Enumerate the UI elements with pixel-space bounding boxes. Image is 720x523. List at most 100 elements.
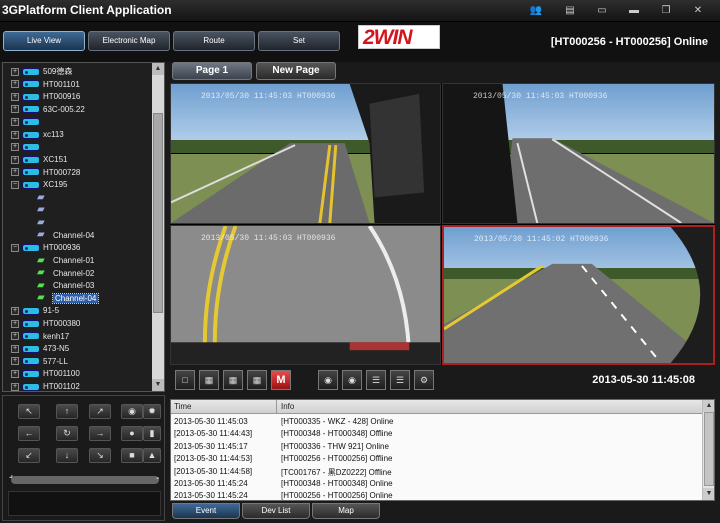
ptz-right-icon[interactable]: → [89, 426, 111, 441]
layout-4-icon[interactable]: ▦ [199, 370, 219, 390]
ptz-light-icon[interactable]: ● [121, 426, 143, 441]
ptz-speed-slider[interactable] [11, 476, 159, 484]
tree-vehicle-item[interactable]: + [11, 115, 43, 128]
video-channel-4[interactable]: 2013/05/30 11:45:02 HT000936 [442, 225, 715, 365]
tree-channel-item[interactable]: ▰ Channel-02 [37, 267, 94, 280]
video-channel-2[interactable]: 2013/05/30 11:45:03 HT000936 [442, 83, 715, 224]
event-row[interactable]: [2013-05-30 11:44:53] [HT000256 - HT00025… [171, 453, 702, 465]
expand-icon[interactable]: + [11, 155, 19, 164]
expand-icon[interactable]: + [11, 382, 19, 391]
tree-vehicle-item[interactable]: + HT001101 [11, 78, 80, 91]
tree-vehicle-item[interactable]: + HT000728 [11, 166, 80, 179]
expand-icon[interactable]: + [11, 319, 19, 328]
tree-channel-item[interactable]: ▰ Channel-04 [37, 292, 100, 305]
event-row[interactable]: 2013-05-30 11:45:24 [HT000348 - HT000348]… [171, 478, 702, 490]
expand-icon[interactable]: + [11, 105, 19, 114]
column-info[interactable]: Info [281, 402, 681, 411]
ptz-zoom-out-icon[interactable]: ✹ [143, 404, 161, 419]
tab-dev-list[interactable]: Dev List [242, 503, 310, 519]
collapse-icon[interactable]: − [11, 243, 19, 252]
event-row[interactable]: 2013-05-30 11:45:24 [HT000256 - HT000256]… [171, 490, 702, 500]
expand-icon[interactable]: + [11, 332, 19, 341]
column-time[interactable]: Time [174, 402, 274, 411]
event-row[interactable]: 2013-05-30 11:45:03 [HT000335 - WKZ - 428… [171, 416, 702, 428]
video-channel-3[interactable]: 2013/05/30 11:45:03 HT000936 [170, 225, 441, 365]
tree-channel-item[interactable]: ▰ [37, 216, 53, 229]
layout-icon[interactable]: ▤ [562, 4, 578, 18]
settings-icon[interactable]: ⚙ [414, 370, 434, 390]
tab-page-1[interactable]: Page 1 [172, 62, 252, 80]
minus-icon[interactable]: - [156, 473, 159, 484]
ptz-down-right-icon[interactable]: ↘ [89, 448, 111, 463]
layout-16-icon[interactable]: ▦ [247, 370, 267, 390]
events-scroll-thumb[interactable] [704, 412, 714, 486]
close-button[interactable]: ✕ [690, 4, 706, 18]
tree-vehicle-item[interactable]: +509德森 [11, 65, 72, 78]
device-tree[interactable]: +509德森 + HT001101 + HT000916 +63C-005.22 + + xc1… [2, 62, 165, 392]
tree-channel-item[interactable]: ▰ [37, 191, 53, 204]
tree-vehicle-item[interactable]: + xc113 [11, 128, 64, 141]
event-row[interactable]: [2013-05-30 11:44:58] [TC001767 - 黑DZ0222… [171, 466, 702, 478]
event-row[interactable]: 2013-05-30 11:45:17 [HT000336 - THW 921] … [171, 441, 702, 453]
tree-vehicle-item[interactable]: − XC195 [11, 178, 67, 191]
ptz-zoom-in-icon[interactable]: ◉ [121, 404, 143, 419]
close-all-icon[interactable]: ☰ [390, 370, 410, 390]
tree-vehicle-item[interactable]: +91-5 [11, 304, 59, 317]
restore-button[interactable]: ❐ [658, 4, 674, 18]
ptz-wiper-icon[interactable]: ▮ [143, 426, 161, 441]
expand-icon[interactable]: + [11, 67, 19, 76]
nav-route[interactable]: Route [173, 31, 255, 51]
layout-9-icon[interactable]: ▦ [223, 370, 243, 390]
tree-vehicle-item[interactable]: + kenh17 [11, 330, 69, 343]
ptz-down-left-icon[interactable]: ↙ [18, 448, 40, 463]
expand-icon[interactable]: + [11, 357, 19, 366]
record-icon[interactable]: ◉ [342, 370, 362, 390]
layout-custom-button[interactable]: M [271, 370, 291, 390]
scroll-down-icon[interactable]: ▼ [703, 488, 714, 500]
snapshot-icon[interactable]: ◉ [318, 370, 338, 390]
events-scrollbar[interactable]: ▲ ▼ [702, 400, 714, 500]
tree-vehicle-item[interactable]: − HT000936 [11, 241, 80, 254]
tab-new-page[interactable]: New Page [256, 62, 336, 80]
tree-vehicle-item[interactable]: +577-LL [11, 355, 68, 368]
tree-vehicle-item[interactable]: + [11, 141, 43, 154]
tree-channel-item[interactable]: ▰ Channel-01 [37, 254, 94, 267]
tree-channel-item[interactable]: ▰ Channel-03 [37, 279, 94, 292]
tree-vehicle-item[interactable]: + XC151 [11, 153, 67, 166]
ptz-left-icon[interactable]: ← [18, 426, 40, 441]
scroll-up-icon[interactable]: ▲ [703, 400, 714, 412]
tree-channel-item[interactable]: ▰ Channel-04 [37, 229, 94, 242]
tree-vehicle-item[interactable]: + HT001100 [11, 367, 80, 380]
video-channel-1[interactable]: 2013/05/30 11:45:03 HT000936 [170, 83, 441, 224]
expand-icon[interactable]: + [11, 117, 19, 126]
ptz-down-icon[interactable]: ↓ [56, 448, 78, 463]
scroll-down-icon[interactable]: ▼ [152, 379, 164, 391]
expand-icon[interactable]: + [11, 92, 19, 101]
collapse-icon[interactable]: − [11, 180, 19, 189]
open-all-icon[interactable]: ☰ [366, 370, 386, 390]
tree-vehicle-item[interactable]: + HT000916 [11, 90, 80, 103]
scroll-up-icon[interactable]: ▲ [152, 63, 164, 75]
nav-live-view[interactable]: Live View [3, 31, 85, 51]
event-row[interactable]: [2013-05-30 11:44:43] [HT000348 - HT00034… [171, 428, 702, 440]
expand-icon[interactable]: + [11, 168, 19, 177]
tree-vehicle-item[interactable]: +473-N5 [11, 342, 69, 355]
ptz-reset-icon[interactable]: ↻ [56, 426, 78, 441]
tree-vehicle-item[interactable]: + HT000380 [11, 317, 80, 330]
screen-icon[interactable]: ▭ [594, 4, 610, 18]
ptz-up-left-icon[interactable]: ↖ [18, 404, 40, 419]
tab-map[interactable]: Map [312, 503, 380, 519]
tree-scrollbar[interactable]: ▲ ▼ [152, 63, 164, 391]
ptz-up-right-icon[interactable]: ↗ [89, 404, 111, 419]
layout-1-icon[interactable]: □ [175, 370, 195, 390]
expand-icon[interactable]: + [11, 369, 19, 378]
minimize-button[interactable]: ▬ [626, 4, 642, 18]
expand-icon[interactable]: + [11, 344, 19, 353]
ptz-focus-icon[interactable]: ■ [121, 448, 143, 463]
expand-icon[interactable]: + [11, 306, 19, 315]
tree-channel-item[interactable]: ▰ [37, 204, 53, 217]
expand-icon[interactable]: + [11, 130, 19, 139]
expand-icon[interactable]: + [11, 80, 19, 89]
ptz-iris-icon[interactable]: ▲ [143, 448, 161, 463]
users-icon[interactable]: 👥 [528, 4, 544, 18]
